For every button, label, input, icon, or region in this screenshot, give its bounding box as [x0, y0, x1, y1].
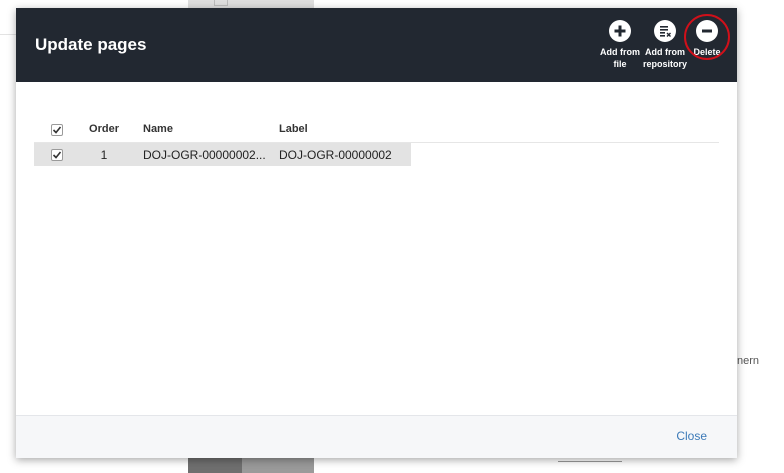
background-text: nern [737, 355, 760, 367]
column-header-order[interactable]: Order [84, 123, 124, 135]
select-all-checkbox[interactable] [51, 124, 63, 136]
add-from-file-button[interactable]: Add from file [596, 20, 644, 70]
close-button[interactable]: Close [676, 429, 707, 443]
row-label: DOJ-OGR-00000002 [279, 148, 392, 162]
minus-circle-icon [696, 20, 718, 42]
add-from-repository-button[interactable]: Add from repository [641, 20, 689, 70]
repository-list-icon [654, 20, 676, 42]
plus-circle-icon [609, 20, 631, 42]
background-tab-icon [214, 0, 228, 6]
update-pages-dialog: Update pages Add from file Add from reposi… [16, 8, 737, 458]
add-from-repository-label-line2: repository [642, 59, 687, 69]
background-panel-bottom [188, 458, 314, 473]
delete-button[interactable]: Delete [683, 20, 731, 58]
background-underline [558, 461, 622, 462]
dialog-title: Update pages [35, 35, 147, 54]
column-header-name[interactable]: Name [143, 123, 173, 135]
row-name: DOJ-OGR-00000002... [143, 148, 266, 162]
dialog-header: Update pages Add from file Add from reposi… [16, 8, 737, 82]
column-header-label[interactable]: Label [279, 123, 308, 135]
add-from-file-label-line1: Add from [600, 47, 640, 57]
add-from-repository-label-line1: Add from [645, 47, 685, 57]
add-from-file-label-line2: file [613, 59, 627, 69]
table-header: Order Name Label [34, 118, 719, 143]
dialog-footer: Close [16, 415, 737, 458]
background-panel-dark [188, 458, 242, 473]
background-divider [0, 34, 16, 35]
delete-label: Delete [693, 47, 721, 57]
table-row[interactable]: 1 DOJ-OGR-00000002... DOJ-OGR-00000002 [34, 143, 411, 166]
row-checkbox[interactable] [51, 149, 63, 161]
pages-table: Order Name Label 1 DOJ-OGR-00000002... D… [34, 118, 719, 166]
row-order: 1 [100, 148, 108, 162]
